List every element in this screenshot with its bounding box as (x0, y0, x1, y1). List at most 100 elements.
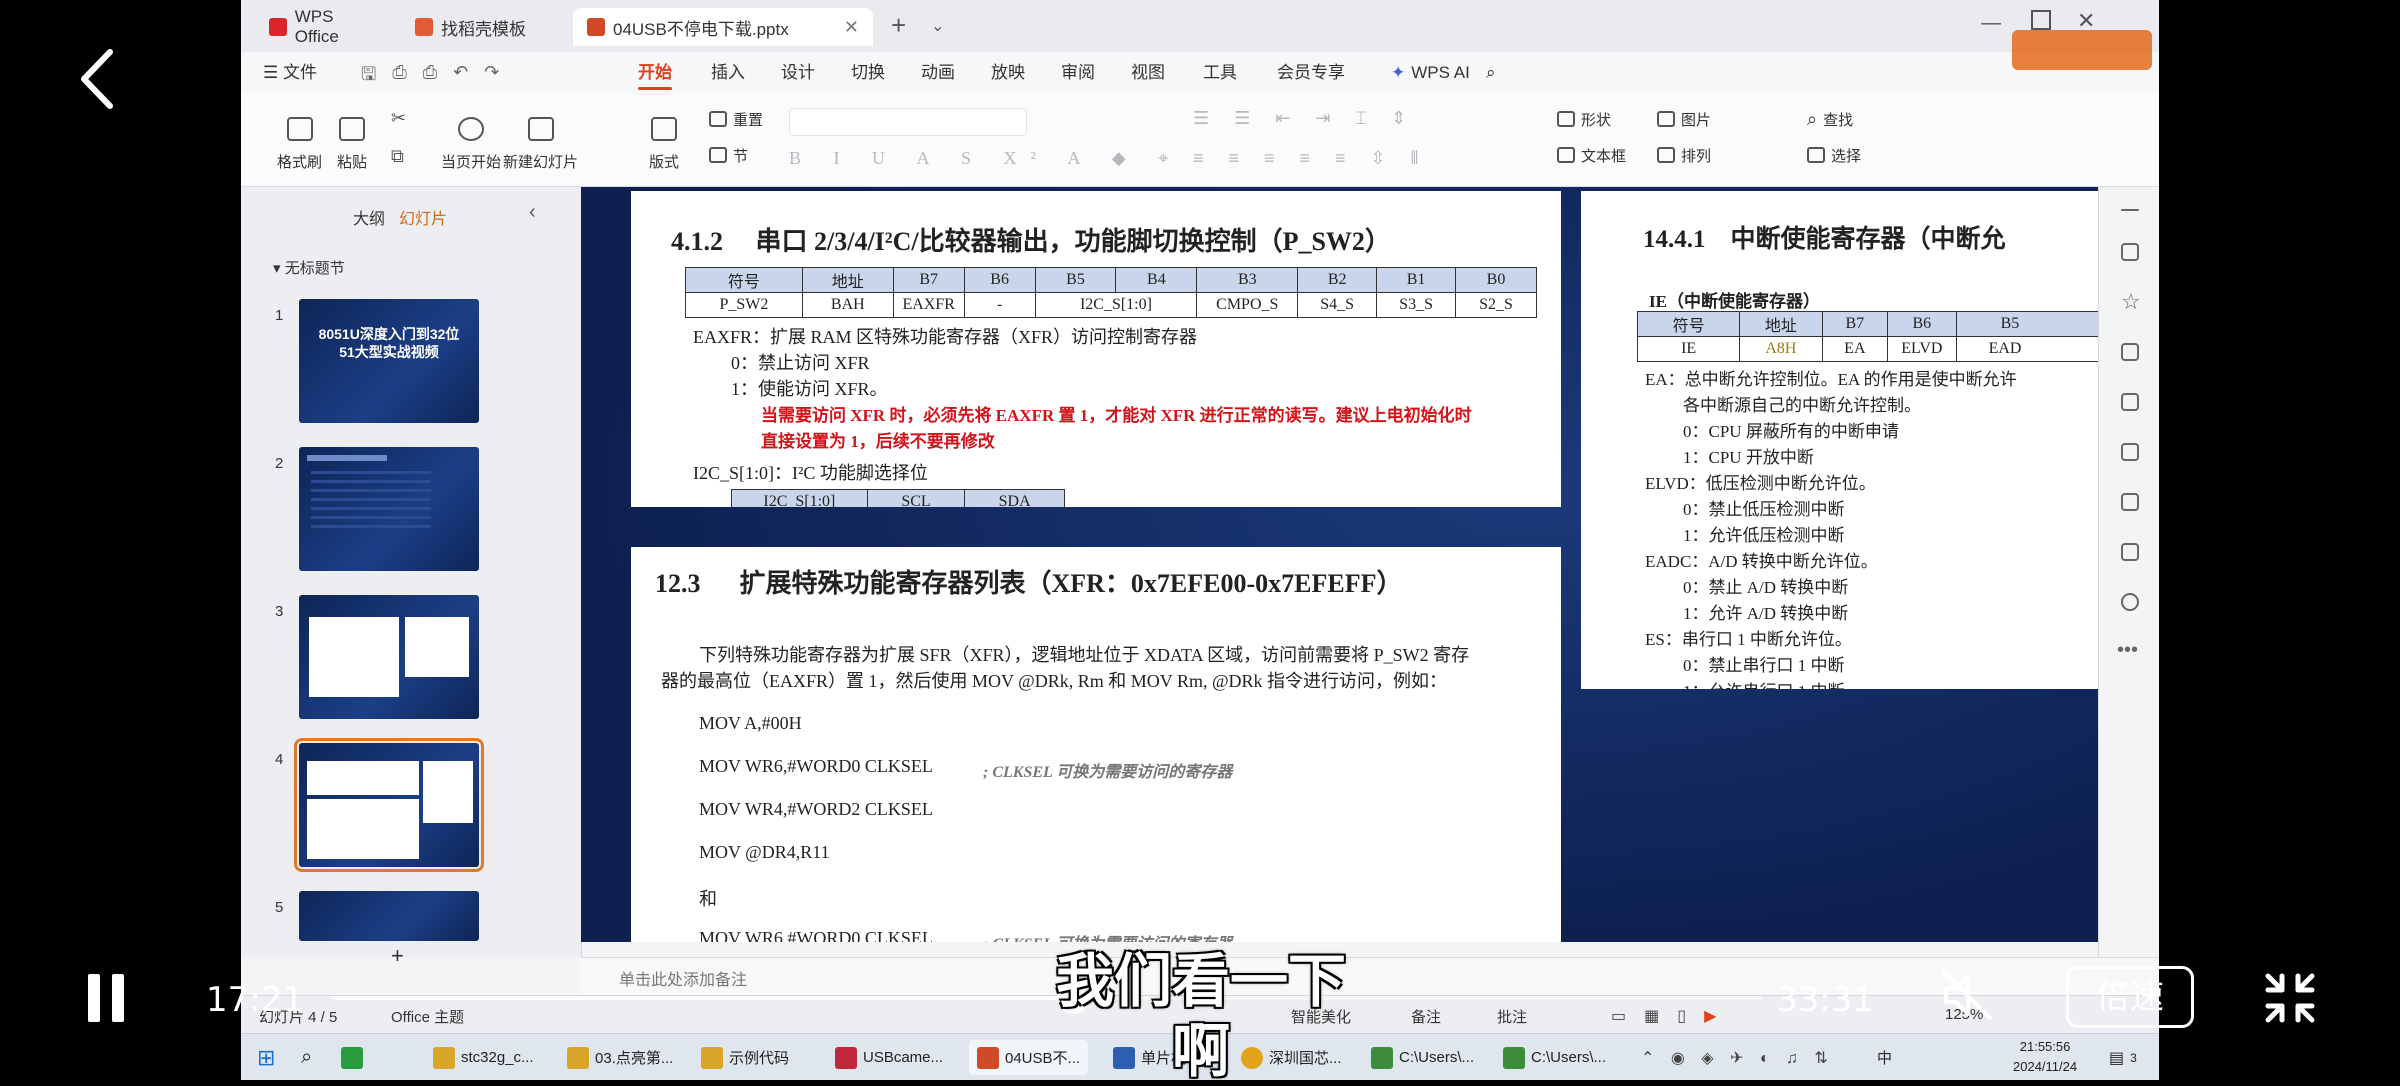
search-icon[interactable]: ⌕ (1486, 52, 1496, 94)
taskbar-item[interactable]: stc32g_c... (433, 1040, 534, 1075)
sorter-view-icon[interactable]: ▦ (1644, 1006, 1659, 1026)
menu-home[interactable]: 开始 (638, 52, 672, 94)
add-slide-button[interactable]: + (391, 943, 404, 969)
menu-tools[interactable]: 工具 (1203, 52, 1237, 94)
new-slide-button[interactable]: 新建幻灯片 (503, 102, 578, 172)
mute-icon[interactable] (1940, 968, 1994, 1022)
table-header: B5 (1955, 311, 2101, 337)
taskbar-item[interactable]: C:\Users\... (1371, 1040, 1474, 1075)
reading-view-icon[interactable]: ▯ (1677, 1006, 1686, 1026)
tab-current-pptx[interactable]: 04USB不停电下载.pptx ✕ (573, 8, 873, 46)
slide-thumbnail-5[interactable] (299, 891, 479, 941)
taskbar-item-active[interactable]: 04USB不... (969, 1040, 1089, 1075)
format-painter-button[interactable]: 格式刷 (277, 102, 322, 172)
undo-icon[interactable]: ↶ (453, 62, 468, 92)
menu-design[interactable]: 设计 (781, 52, 815, 94)
reset-button[interactable]: 重置 (709, 106, 763, 132)
menu-review[interactable]: 审阅 (1061, 52, 1095, 94)
layout-button[interactable]: 版式 (649, 102, 679, 172)
star-icon[interactable]: ☆ (2121, 291, 2141, 313)
normal-view-icon[interactable]: ▭ (1611, 1006, 1626, 1026)
desc-line: 1：允许串行口 1 中断 (1645, 679, 2017, 689)
speed-button[interactable]: 倍速 (2066, 966, 2194, 1028)
save-icon[interactable]: 🖫 (361, 62, 376, 92)
taskbar-item[interactable]: C:\Users\... (1503, 1040, 1606, 1075)
menu-transitions[interactable]: 切换 (851, 52, 885, 94)
menu-slideshow[interactable]: 放映 (991, 52, 1025, 94)
slide-thumbnail-2[interactable] (299, 447, 479, 571)
play-from-current-button[interactable]: 当页开始 (441, 102, 501, 172)
print-icon[interactable]: ⎙ (423, 62, 437, 92)
table-cell: EAXFR (892, 292, 965, 318)
animation-icon[interactable] (2121, 493, 2139, 511)
more-icon[interactable]: ••• (2117, 639, 2138, 662)
exit-fullscreen-icon[interactable] (2264, 972, 2316, 1024)
section-heading: 12.3 扩展特殊功能寄存器列表（XFR：0x7EFE00-0x7EFEFF） (655, 569, 1403, 598)
start-menu-icon[interactable]: ⊞ (257, 1040, 275, 1075)
clock[interactable]: 21:55:56 2024/11/24 (2013, 1037, 2077, 1077)
section-title[interactable]: ▾ 无标题节 (273, 257, 345, 278)
select-button[interactable]: 选择 (1807, 142, 1861, 168)
file-menu[interactable]: ☰ 文件 (263, 52, 317, 94)
comments-toggle[interactable]: 批注 (1497, 1006, 1527, 1027)
new-tab-icon[interactable]: + (891, 10, 906, 41)
redo-icon[interactable]: ↷ (484, 62, 499, 92)
notes-toggle[interactable]: 备注 (1411, 1006, 1441, 1027)
shirt-icon[interactable] (2121, 443, 2139, 461)
collapse-icon[interactable] (2121, 209, 2139, 211)
search-icon[interactable]: ⌕ (301, 1040, 312, 1075)
section-button[interactable]: 节 (709, 142, 748, 168)
menu-view[interactable]: 视图 (1131, 52, 1165, 94)
menu-membership[interactable]: 会员专享 (1277, 52, 1345, 94)
theme-name[interactable]: Office 主题 (391, 1006, 464, 1027)
slide-thumbnail-4[interactable] (294, 738, 484, 872)
system-tray-icons[interactable]: ⌃ ◉ ◈ ✈ ◐ ♫ ⇅ (1641, 1040, 1834, 1075)
find-button[interactable]: ⌕ 查找 (1807, 106, 1853, 132)
tab-outline[interactable]: 大纲 (353, 205, 385, 229)
tab-docer-templates[interactable]: 找稻壳模板 (401, 8, 551, 46)
taskbar-item[interactable]: USBcame... (835, 1040, 943, 1075)
table-header: B1 (1376, 267, 1457, 293)
collapse-panel-icon[interactable]: ‹ (529, 201, 536, 224)
ime-indicator[interactable]: 中 (1877, 1040, 1892, 1075)
taskbar-item[interactable]: 示例代码 (701, 1040, 789, 1075)
paste-button[interactable]: 粘贴 (337, 102, 367, 172)
wps-ai-button[interactable]: ✦ WPS AI (1391, 52, 1470, 94)
tab-wps-office[interactable]: WPS Office (255, 7, 395, 46)
taskbar-item[interactable]: 深圳国芯... (1241, 1040, 1342, 1075)
slide-thumbnail-3[interactable] (299, 595, 479, 719)
shape-button[interactable]: 形状 (1557, 106, 1611, 132)
taskbar-item[interactable]: 03.点亮第... (567, 1040, 673, 1075)
cut-icon[interactable]: ✂ (391, 108, 406, 129)
font-name-select[interactable] (789, 108, 1027, 136)
slideshow-play-icon[interactable]: ▶ (1704, 1006, 1716, 1026)
right-tool-strip: ☆ ••• (2098, 187, 2159, 957)
menu-insert[interactable]: 插入 (711, 52, 745, 94)
screenshot-xfr-list[interactable]: 12.3 扩展特殊功能寄存器列表（XFR：0x7EFE00-0x7EFEFF） … (631, 547, 1561, 942)
textbox-button[interactable]: 文本框 (1557, 142, 1626, 168)
arrange-button[interactable]: 排列 (1657, 142, 1711, 168)
current-time: 17:21 (206, 980, 304, 1020)
close-tab-icon[interactable]: ✕ (844, 17, 859, 38)
magic-tool-icon[interactable] (2121, 393, 2139, 411)
slide-thumbnail-1[interactable]: 8051U深度入门到32位51大型实战视频 (299, 299, 479, 423)
eaxfr-warning-line1: 当需要访问 XFR 时，必须先将 EAXFR 置 1，才能对 XFR 进行正常的… (761, 406, 1472, 425)
table-header: B2 (1297, 267, 1378, 293)
notification-center[interactable]: ▤ 3 (2109, 1040, 2137, 1075)
menu-animations[interactable]: 动画 (921, 52, 955, 94)
app-icon[interactable] (341, 1040, 363, 1075)
pause-icon[interactable] (84, 970, 128, 1026)
tab-slides[interactable]: 幻灯片 (399, 205, 447, 229)
help-icon[interactable] (2121, 593, 2139, 611)
picture-button[interactable]: 图片 (1657, 106, 1711, 132)
copy-layout-icon[interactable] (2121, 343, 2139, 361)
screenshot-ie-register[interactable]: 14.4.1 中断使能寄存器（中断允 IE（中断使能寄存器） 符号 地址 B7 … (1581, 191, 2101, 689)
member-badge (2012, 30, 2152, 70)
properties-icon[interactable] (2121, 243, 2139, 261)
back-icon[interactable] (78, 48, 118, 110)
chevron-down-icon[interactable]: ⌄ (931, 16, 944, 36)
copy-icon[interactable]: ⧉ (391, 146, 404, 167)
export-icon[interactable]: ⎙ (392, 62, 406, 92)
book-icon[interactable] (2121, 543, 2139, 561)
screenshot-p-sw2-register[interactable]: 4.1.2 串口 2/3/4/I²C/比较器输出，功能脚切换控制（P_SW2） … (631, 191, 1561, 507)
